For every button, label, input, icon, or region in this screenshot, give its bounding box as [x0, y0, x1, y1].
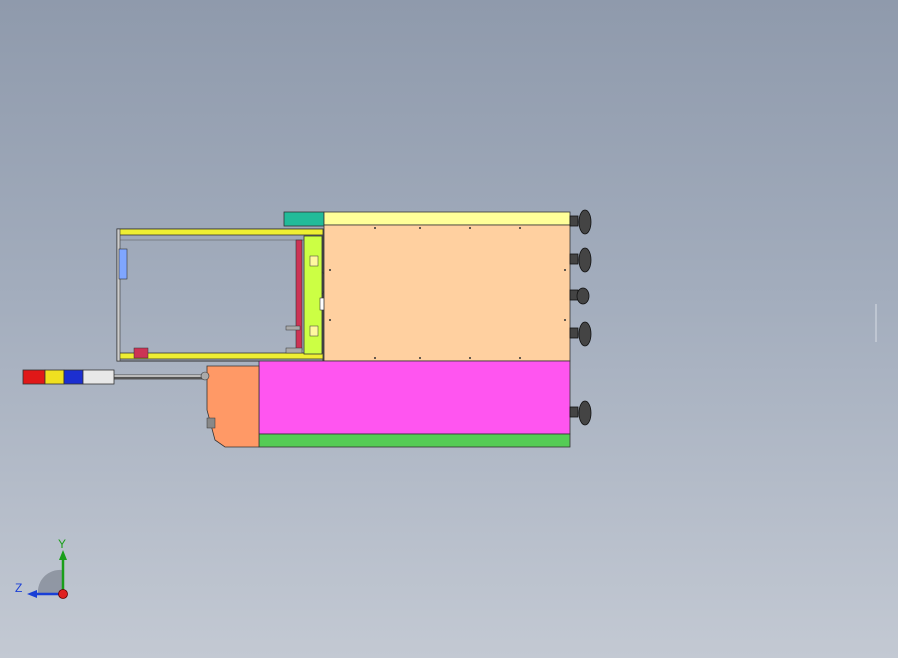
triad-arc	[37, 569, 62, 594]
lamp-yellow	[44, 369, 65, 385]
teal-block[interactable]	[283, 211, 325, 227]
x-axis-dot	[58, 589, 68, 599]
lamp-red	[22, 369, 46, 385]
leveling-feet[interactable]	[569, 209, 592, 426]
lamp-white	[82, 369, 115, 385]
top-rail[interactable]	[323, 211, 571, 226]
axis-label-y: Y	[58, 537, 67, 551]
bottom-rail[interactable]	[258, 433, 571, 448]
cad-viewport[interactable]: Y Z	[0, 0, 898, 658]
signal-tower[interactable]	[22, 369, 210, 385]
sensor-block	[118, 248, 128, 280]
upper-cabinet[interactable]	[323, 224, 571, 362]
axis-label-z: Z	[15, 581, 23, 595]
door-strip	[295, 239, 303, 351]
end-cap[interactable]	[206, 365, 260, 448]
lower-cabinet[interactable]	[258, 360, 571, 435]
front-frame[interactable]	[116, 228, 330, 362]
lamp-blue	[63, 369, 84, 385]
machine-model[interactable]	[0, 0, 898, 658]
orientation-triad	[27, 550, 68, 599]
side-plate	[303, 235, 323, 355]
